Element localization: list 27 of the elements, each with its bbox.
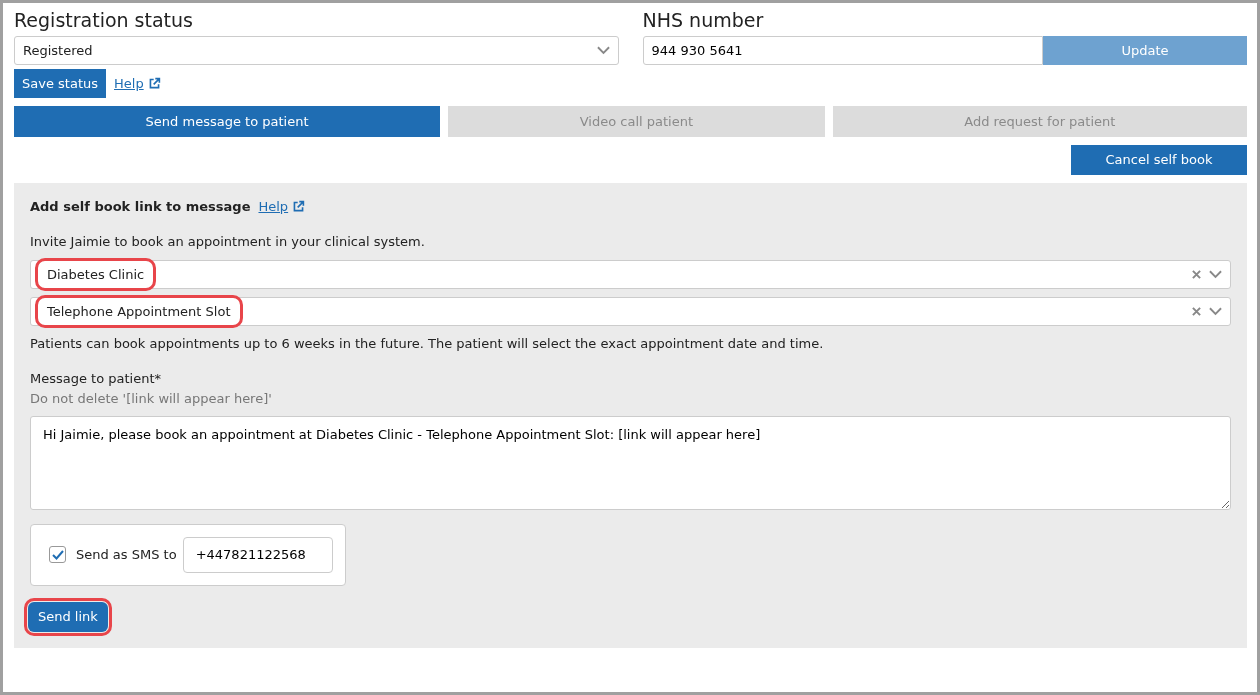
hint-text: Do not delete '[link will appear here]' [30,389,273,408]
panel-title: Add self book link to message [30,197,251,216]
clear-icon[interactable] [1192,269,1201,279]
phone-field[interactable]: +447821122568 [182,536,333,573]
intro-text: Invite Jaimie to book an appointment in your clinical system. [30,233,426,252]
note-text: Patients can book appointments up to 6 weeks in the future. The patient will select the exact appointment date and time. [30,334,825,353]
external-link-icon [292,200,306,214]
section-heading: NHS number [642,9,765,32]
message-field[interactable]: Hi Jaimie, please book an appointment at Diabetes Clinic - Telephone Appointment Slot: [link will appear here] [30,416,1231,511]
cancel-self-book-button[interactable]: Cancel self book [1071,144,1247,175]
action-button[interactable]: Send message to patient [14,105,441,137]
message-label: Message to patient* [30,370,163,389]
help-link[interactable]: Help [258,196,306,217]
sms-checkbox[interactable] [49,546,66,564]
chevron-down-icon [596,45,610,55]
external-link-icon [147,76,161,90]
sms-label: Send as SMS to [76,546,177,565]
section-heading: Registration status [14,9,194,32]
clinic-dropdown[interactable]: Telephone Appointment Slot [30,296,1231,326]
clear-icon[interactable] [1192,306,1201,316]
status-dropdown[interactable]: Registered [14,35,619,65]
chevron-down-icon [1209,269,1222,279]
save-status-button[interactable]: Save status [14,68,106,98]
nhs-number-field[interactable]: 944 930 5641 [642,35,1043,65]
help-link[interactable]: Help [114,73,161,94]
chevron-down-icon [1209,306,1222,316]
clinic-dropdown[interactable]: Diabetes Clinic [30,259,1231,289]
